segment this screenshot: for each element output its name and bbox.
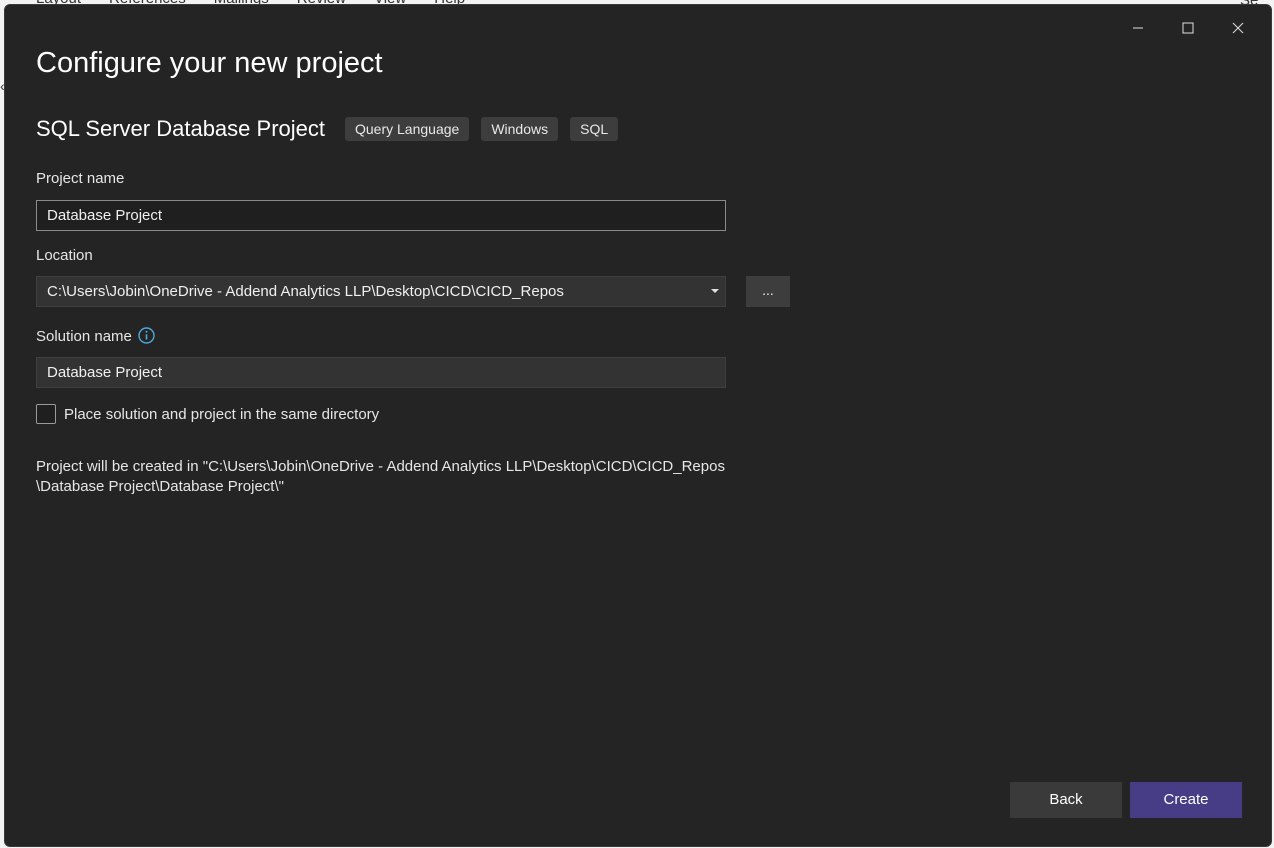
maximize-button[interactable]: [1163, 13, 1213, 43]
maximize-icon: [1182, 22, 1194, 34]
tag-windows: Windows: [481, 117, 559, 141]
browse-location-button[interactable]: ...: [746, 276, 790, 307]
chevron-down-icon[interactable]: [711, 289, 719, 293]
location-combobox[interactable]: C:\Users\Jobin\OneDrive - Addend Analyti…: [36, 276, 726, 307]
create-button[interactable]: Create: [1130, 782, 1242, 818]
minimize-button[interactable]: [1113, 13, 1163, 43]
tag-sql: SQL: [570, 117, 619, 141]
project-path-line: Project will be created in "C:\Users\Job…: [36, 458, 725, 475]
solution-name-input[interactable]: Database Project: [36, 357, 726, 388]
project-path-line: \Database Project\Database Project\": [36, 478, 284, 495]
location-value: C:\Users\Jobin\OneDrive - Addend Analyti…: [47, 283, 564, 300]
project-name-label: Project name: [36, 170, 125, 187]
template-summary: SQL Server Database Project Query Langua…: [36, 116, 630, 142]
project-name-input[interactable]: Database Project: [36, 200, 726, 231]
project-path-info: Project will be created in "C:\Users\Job…: [36, 457, 726, 497]
same-directory-checkbox[interactable]: [36, 404, 56, 424]
tag-query-language: Query Language: [345, 117, 470, 141]
window-controls: [1113, 13, 1263, 43]
location-label: Location: [36, 247, 93, 264]
template-name: SQL Server Database Project: [36, 116, 325, 141]
close-icon: [1232, 22, 1244, 34]
back-button[interactable]: Back: [1010, 782, 1122, 818]
page-title: Configure your new project: [36, 47, 383, 79]
info-icon[interactable]: [138, 327, 155, 344]
close-button[interactable]: [1213, 13, 1263, 43]
minimize-icon: [1133, 27, 1143, 29]
configure-project-dialog: Configure your new project SQL Server Da…: [4, 4, 1272, 847]
same-directory-label[interactable]: Place solution and project in the same d…: [64, 406, 379, 423]
solution-name-label: Solution name: [36, 328, 132, 345]
